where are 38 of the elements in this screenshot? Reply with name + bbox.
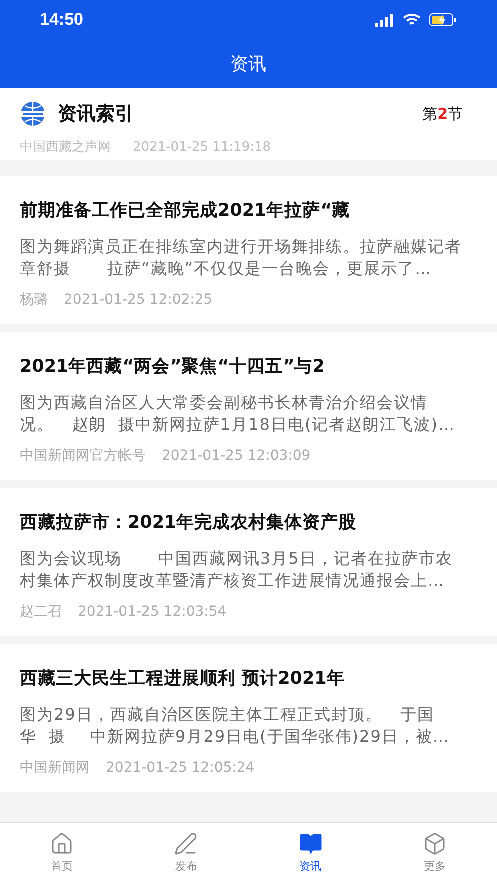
nav-tab[interactable]: 发布 bbox=[124, 823, 248, 883]
article-time: 2021-01-25 11:19:18 bbox=[133, 140, 272, 156]
article-card[interactable]: 前期准备工作已全部完成2021年拉萨“藏 图为舞蹈演员正在排练室内进行开场舞排练。拉萨融媒记者章舒摄 拉萨“藏晚”不仅仅是一台晚会，更展示了… 杨璐 2021-01-25 12:02:25 bbox=[0, 176, 497, 324]
article-card[interactable]: 2021年西藏“两会”聚焦“十四五”与2 图为西藏自治区人大常委会副秘书长林青治介绍会议情况。 赵朗 摄中新网拉萨1月18日电(记者赵朗江飞波)… 中国新闻网官方帐号 2021-01-25 12:03:09 bbox=[0, 332, 497, 480]
signal-icon bbox=[375, 13, 395, 27]
article-source: 中国新闻网 bbox=[20, 759, 90, 778]
article-source: 杨璐 bbox=[20, 291, 48, 310]
nav-tab[interactable]: 首页 bbox=[0, 823, 124, 883]
section-number: 第2节 bbox=[422, 104, 463, 124]
article-summary: 图为舞蹈演员正在排练室内进行开场舞排练。拉萨融媒记者章舒摄 拉萨“藏晚”不仅仅是一台晚会，更展示了… bbox=[20, 236, 463, 280]
book-icon bbox=[298, 832, 323, 856]
nav-tab[interactable]: 更多 bbox=[372, 823, 497, 883]
article-title: 西藏拉萨市：2021年完成农村集体资产股 bbox=[20, 512, 358, 535]
battery-icon bbox=[429, 13, 457, 27]
article-time: 2021-01-25 12:02:25 bbox=[64, 291, 213, 310]
article-card[interactable]: 西藏拉萨市：2021年完成农村集体资产股 图为会议现场 中国西藏网讯3月5日，记者在拉萨市农村集体产权制度改革暨清产核资工作进展情况通报会上… 赵二召 2021-01-25 12:03:54 bbox=[0, 488, 497, 636]
article-summary: 图为会议现场 中国西藏网讯3月5日，记者在拉萨市农村集体产权制度改革暨清产核资工作进展情况通报会上… bbox=[20, 548, 454, 592]
article-time: 2021-01-25 12:03:54 bbox=[78, 603, 227, 622]
pen-icon bbox=[174, 832, 198, 856]
article-time: 2021-01-25 12:03:09 bbox=[162, 447, 311, 466]
globe-news-icon bbox=[20, 101, 46, 127]
page-title: 资讯 bbox=[230, 53, 268, 77]
article-source: 中国新闻网官方帐号 bbox=[20, 447, 146, 466]
status-time: 14:50 bbox=[40, 10, 84, 30]
cube-icon bbox=[422, 832, 447, 856]
article-title: 2021年西藏“两会”聚焦“十四五”与2 bbox=[20, 356, 326, 379]
article-card[interactable]: 西藏三大民生工程进展顺利 预计2021年 图为29日，西藏自治区医院主体工程正式封顶。 于国华 摄 中新网拉萨9月29日电(于国华张伟)29日，被… 中国新闻网 2021-01-25 12:05:24 bbox=[0, 644, 497, 792]
article-source: 赵二召 bbox=[20, 603, 62, 622]
article-title: 前期准备工作已全部完成2021年拉萨“藏 bbox=[20, 200, 352, 223]
article-title: 西藏三大民生工程进展顺利 预计2021年 bbox=[20, 668, 346, 691]
article-source: 中国西藏之声网 bbox=[20, 140, 111, 156]
home-icon bbox=[50, 832, 74, 856]
article-summary: 图为29日，西藏自治区医院主体工程正式封顶。 于国华 摄 中新网拉萨9月29日电(于国华张伟)29日，被… bbox=[20, 704, 451, 748]
section-title: 资讯索引 bbox=[58, 102, 134, 127]
article-summary: 图为西藏自治区人大常委会副秘书长林青治介绍会议情况。 赵朗 摄中新网拉萨1月18日电(记者赵朗江飞波)… bbox=[20, 392, 456, 436]
article-time: 2021-01-25 12:05:24 bbox=[106, 759, 255, 778]
wifi-icon bbox=[403, 13, 421, 27]
nav-tab[interactable]: 资讯 bbox=[248, 823, 373, 883]
